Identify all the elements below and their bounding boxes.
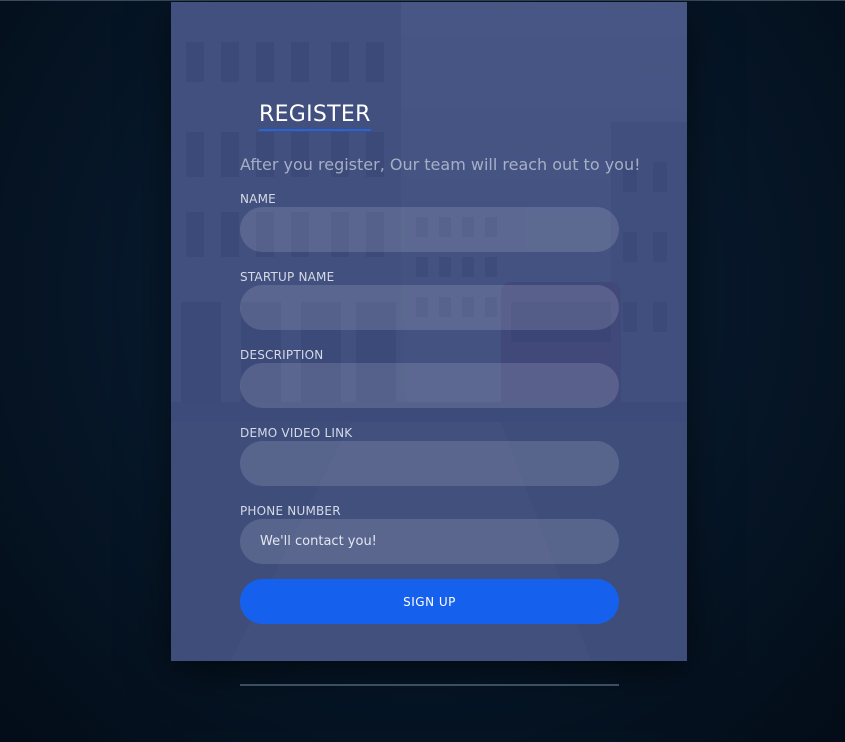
demo-video-link-label: DEMO VIDEO LINK bbox=[240, 426, 353, 440]
page-title: REGISTER bbox=[259, 102, 371, 131]
demo-video-link-input[interactable] bbox=[240, 441, 619, 486]
register-card: REGISTER After you register, Our team wi… bbox=[171, 2, 687, 661]
startup-name-label: STARTUP NAME bbox=[240, 270, 335, 284]
top-border-line bbox=[0, 0, 845, 1]
form-subtitle: After you register, Our team will reach … bbox=[240, 155, 641, 174]
sign-up-button[interactable]: SIGN UP bbox=[240, 579, 619, 624]
startup-name-input[interactable] bbox=[240, 285, 619, 330]
description-label: DESCRIPTION bbox=[240, 348, 324, 362]
name-label: NAME bbox=[240, 192, 276, 206]
phone-number-label: PHONE NUMBER bbox=[240, 504, 341, 518]
phone-number-input[interactable] bbox=[240, 519, 619, 564]
name-input[interactable] bbox=[240, 207, 619, 252]
footer-divider bbox=[240, 684, 619, 686]
description-input[interactable] bbox=[240, 363, 619, 408]
